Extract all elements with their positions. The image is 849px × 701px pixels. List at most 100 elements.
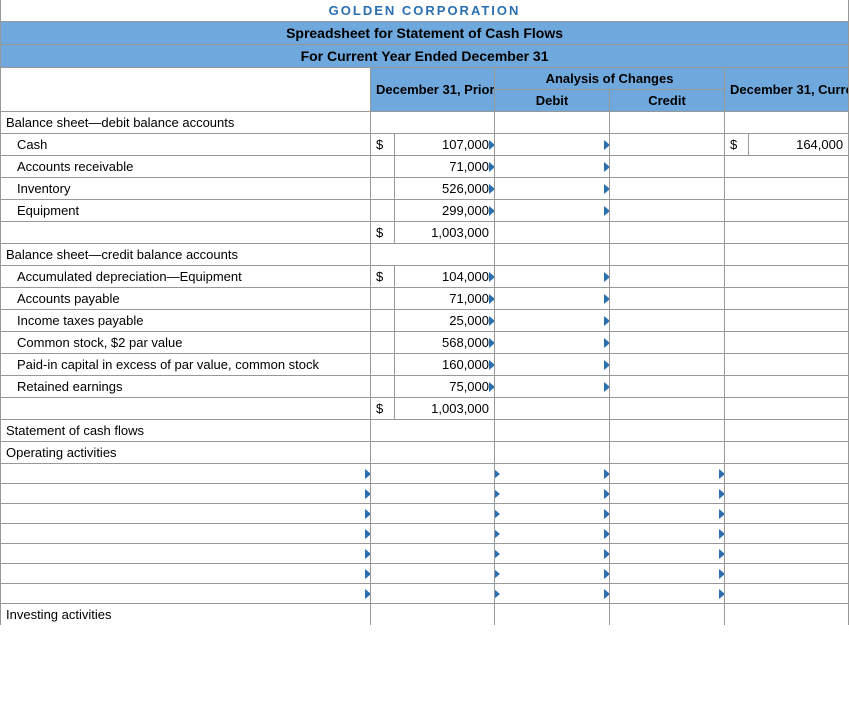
- cell-op3-credit[interactable]: [610, 504, 725, 524]
- title-row-1: Spreadsheet for Statement of Cash Flows: [1, 22, 849, 45]
- cell-credit-total-credit[interactable]: [610, 398, 725, 420]
- cell-credit-total-debit[interactable]: [495, 398, 610, 420]
- label-equipment: Equipment: [1, 200, 371, 222]
- cell-ar-debit[interactable]: [495, 156, 610, 178]
- cash-flow-spreadsheet: GOLDEN CORPORATION Spreadsheet for State…: [0, 0, 849, 625]
- cell-cash-prior[interactable]: 107,000: [395, 134, 495, 156]
- row-ap: Accounts payable 71,000: [1, 288, 849, 310]
- cell-op7-debit[interactable]: [495, 584, 610, 604]
- cell-itp-debit[interactable]: [495, 310, 610, 332]
- cell-op4-debit[interactable]: [495, 524, 610, 544]
- cell-cs-current[interactable]: [725, 332, 849, 354]
- cell-equip-current[interactable]: [725, 200, 849, 222]
- cell-inv-current[interactable]: [725, 178, 849, 200]
- cell-ap-prior[interactable]: 71,000: [395, 288, 495, 310]
- row-op-7: [1, 584, 849, 604]
- cell-op7-credit[interactable]: [610, 584, 725, 604]
- cutoff-company-name: GOLDEN CORPORATION: [1, 0, 849, 22]
- cell-cash-credit[interactable]: [610, 134, 725, 156]
- col-debit: Debit: [495, 90, 610, 112]
- cell-re-debit[interactable]: [495, 376, 610, 398]
- cell-op3-debit[interactable]: [495, 504, 610, 524]
- row-re: Retained earnings 75,000: [1, 376, 849, 398]
- cell-op6-label[interactable]: [1, 564, 371, 584]
- row-debit-total: $ 1,003,000: [1, 222, 849, 244]
- cell-adep-current[interactable]: [725, 266, 849, 288]
- row-op-5: [1, 544, 849, 564]
- cell-ap-debit[interactable]: [495, 288, 610, 310]
- cell-pic-debit[interactable]: [495, 354, 610, 376]
- cell-debit-total-debit[interactable]: [495, 222, 610, 244]
- cell-equip-debit[interactable]: [495, 200, 610, 222]
- cell-op4-label[interactable]: [1, 524, 371, 544]
- cell-itp-current[interactable]: [725, 310, 849, 332]
- row-op-2: [1, 484, 849, 504]
- section-operating: Operating activities: [1, 442, 849, 464]
- cell-op7-label[interactable]: [1, 584, 371, 604]
- row-op-3: [1, 504, 849, 524]
- row-cs: Common stock, $2 par value 568,000: [1, 332, 849, 354]
- cell-pic-prior[interactable]: 160,000: [395, 354, 495, 376]
- cell-op5-debit[interactable]: [495, 544, 610, 564]
- label-itp: Income taxes payable: [1, 310, 371, 332]
- cell-ar-prior[interactable]: 71,000: [395, 156, 495, 178]
- col-credit: Credit: [610, 90, 725, 112]
- cell-re-credit[interactable]: [610, 376, 725, 398]
- cell-itp-prior[interactable]: 25,000: [395, 310, 495, 332]
- cell-op2-label[interactable]: [1, 484, 371, 504]
- col-analysis-header: Analysis of Changes: [495, 68, 725, 90]
- cell-op5-credit[interactable]: [610, 544, 725, 564]
- cell-ap-credit[interactable]: [610, 288, 725, 310]
- cell-op1-label[interactable]: [1, 464, 371, 484]
- cell-adep-debit[interactable]: [495, 266, 610, 288]
- label-ap: Accounts payable: [1, 288, 371, 310]
- cell-cash-current[interactable]: 164,000: [749, 134, 849, 156]
- cell-equip-prior[interactable]: 299,000: [395, 200, 495, 222]
- cell-cs-prior[interactable]: 568,000: [395, 332, 495, 354]
- cell-op6-debit[interactable]: [495, 564, 610, 584]
- section-credit-balance: Balance sheet—credit balance accounts: [1, 244, 849, 266]
- cell-cs-credit[interactable]: [610, 332, 725, 354]
- cell-credit-total-current[interactable]: [725, 398, 849, 420]
- cell-inv-credit[interactable]: [610, 178, 725, 200]
- cell-inv-prior[interactable]: 526,000: [395, 178, 495, 200]
- cell-adep-prior[interactable]: 104,000: [395, 266, 495, 288]
- cell-equip-credit[interactable]: [610, 200, 725, 222]
- cell-op5-label[interactable]: [1, 544, 371, 564]
- cell-ap-current[interactable]: [725, 288, 849, 310]
- label-pic: Paid-in capital in excess of par value, …: [1, 354, 371, 376]
- cell-pic-current[interactable]: [725, 354, 849, 376]
- header-row-1: December 31, Prior Year Analysis of Chan…: [1, 68, 849, 90]
- cell-op1-credit[interactable]: [610, 464, 725, 484]
- cell-op1-debit[interactable]: [495, 464, 610, 484]
- col-prior-year: December 31, Prior Year: [371, 68, 495, 112]
- row-equipment: Equipment 299,000: [1, 200, 849, 222]
- cell-op2-debit[interactable]: [495, 484, 610, 504]
- cell-op2-credit[interactable]: [610, 484, 725, 504]
- cell-op3-label[interactable]: [1, 504, 371, 524]
- cell-op6-credit[interactable]: [610, 564, 725, 584]
- cell-re-current[interactable]: [725, 376, 849, 398]
- cell-debit-total-prior[interactable]: 1,003,000: [395, 222, 495, 244]
- section-scf: Statement of cash flows: [1, 420, 849, 442]
- cell-debit-total-credit[interactable]: [610, 222, 725, 244]
- cell-cs-debit[interactable]: [495, 332, 610, 354]
- cell-pic-credit[interactable]: [610, 354, 725, 376]
- cell-credit-total-prior[interactable]: 1,003,000: [395, 398, 495, 420]
- cell-inv-debit[interactable]: [495, 178, 610, 200]
- section-investing-cutoff: Investing activities: [1, 604, 849, 626]
- cell-ar-current[interactable]: [725, 156, 849, 178]
- cell-re-prior[interactable]: 75,000: [395, 376, 495, 398]
- cell-op4-credit[interactable]: [610, 524, 725, 544]
- label-re: Retained earnings: [1, 376, 371, 398]
- row-op-1: [1, 464, 849, 484]
- cell-cash-debit[interactable]: [495, 134, 610, 156]
- cell-debit-total-current[interactable]: [725, 222, 849, 244]
- row-op-4: [1, 524, 849, 544]
- cell-ar-credit[interactable]: [610, 156, 725, 178]
- cell-itp-credit[interactable]: [610, 310, 725, 332]
- label-cash: Cash: [1, 134, 371, 156]
- row-adep: Accumulated depreciation—Equipment $ 104…: [1, 266, 849, 288]
- cell-adep-credit[interactable]: [610, 266, 725, 288]
- row-ar: Accounts receivable 71,000: [1, 156, 849, 178]
